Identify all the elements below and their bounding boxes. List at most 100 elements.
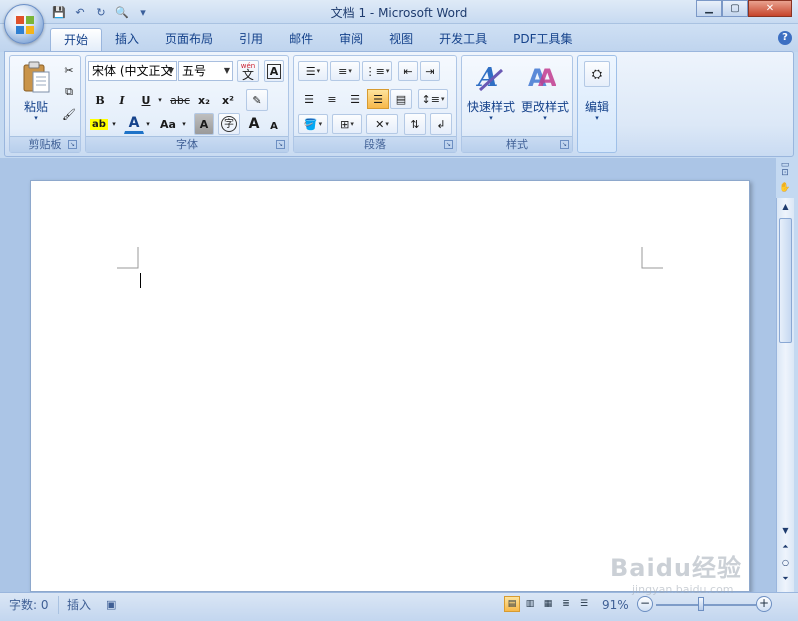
quick-styles-icon[interactable]: A	[474, 60, 504, 94]
increase-indent-button[interactable]: ⇥	[420, 61, 440, 81]
scroll-up-icon[interactable]: ▲	[779, 200, 792, 214]
outline-view-icon[interactable]: ≣	[558, 596, 574, 612]
macro-record-icon[interactable]: ▣	[106, 596, 116, 614]
bold-button[interactable]: B	[90, 90, 110, 110]
char-border-button[interactable]: A	[264, 60, 284, 82]
scrollbar-thumb[interactable]	[779, 218, 792, 343]
tab-view[interactable]: 视图	[376, 28, 426, 51]
scroll-down-icon[interactable]: ▼	[779, 524, 792, 538]
prev-page-icon[interactable]: ⏶	[779, 540, 792, 554]
grow-font-button[interactable]: A	[244, 114, 264, 134]
sort-button[interactable]: ⇅	[404, 113, 426, 135]
distributed-button[interactable]: ▤	[390, 89, 412, 109]
office-button[interactable]	[4, 4, 44, 44]
change-styles-chevron-icon[interactable]: ▾	[518, 114, 572, 122]
view-ruler-icon[interactable]: ⊡	[776, 168, 794, 182]
justify-button[interactable]: ☰	[367, 89, 389, 109]
borders-button[interactable]: ⊞ ▾	[332, 114, 362, 134]
word-count[interactable]: 字数: 0	[9, 596, 49, 614]
styles-launcher-icon[interactable]: ↘	[560, 140, 569, 149]
zoom-in-icon[interactable]: +	[756, 596, 772, 612]
change-case-button[interactable]: Aa	[156, 114, 180, 134]
chevron-down-icon: ▼	[167, 66, 174, 75]
tab-review[interactable]: 审阅	[326, 28, 376, 51]
paste-button[interactable]: 粘贴	[12, 98, 60, 115]
chinese-layout-button[interactable]: ✕ ▾	[366, 114, 398, 134]
editing-chevron-icon[interactable]: ▾	[578, 114, 616, 122]
superscript-button[interactable]: x²	[218, 90, 238, 110]
help-icon[interactable]: ?	[778, 31, 792, 45]
clipboard-launcher-icon[interactable]: ↘	[68, 140, 77, 149]
change-styles-icon[interactable]: A A	[526, 60, 556, 94]
highlight-icon[interactable]: ab	[88, 114, 110, 134]
print-layout-view-icon[interactable]: ▤	[504, 596, 520, 612]
strikethrough-button[interactable]: abc	[168, 90, 192, 110]
minimize-button[interactable]: ▁	[696, 0, 722, 17]
enclose-char-button[interactable]: 字	[218, 113, 240, 135]
tab-developer[interactable]: 开发工具	[426, 28, 500, 51]
shrink-font-button[interactable]: A	[264, 116, 284, 136]
close-button[interactable]: ✕	[748, 0, 792, 17]
shading-button[interactable]: 🪣 ▾	[298, 114, 328, 134]
tab-references[interactable]: 引用	[226, 28, 276, 51]
tab-page-layout[interactable]: 页面布局	[152, 28, 226, 51]
line-spacing-button[interactable]: ↕≡ ▾	[418, 89, 448, 109]
char-shading-button[interactable]: A	[194, 113, 214, 135]
subscript-button[interactable]: x₂	[194, 90, 214, 110]
bullets-button[interactable]: ☰ ▾	[298, 61, 328, 81]
zoom-out-icon[interactable]: −	[637, 596, 653, 612]
paragraph-launcher-icon[interactable]: ↘	[444, 140, 453, 149]
paste-dropdown-chevron-icon[interactable]: ▾	[12, 114, 60, 122]
italic-button[interactable]: I	[112, 90, 132, 110]
vertical-scrollbar[interactable]: ▲ ▼ ⏶ ○ ⏷	[776, 198, 794, 592]
maximize-button[interactable]: ▢	[722, 0, 748, 17]
highlight-chevron-icon[interactable]: ▾	[110, 114, 118, 134]
quick-styles-button[interactable]: 快速样式	[464, 98, 518, 115]
editing-button[interactable]: 编辑	[578, 98, 616, 115]
font-color-button[interactable]: A	[124, 114, 144, 134]
find-binoculars-icon[interactable]: ⛭	[584, 61, 610, 87]
tab-home[interactable]: 开始	[50, 28, 103, 51]
numbering-button[interactable]: ≡ ▾	[330, 61, 360, 81]
zoom-level[interactable]: 91%	[602, 596, 629, 614]
multilevel-list-button[interactable]: ⋮≡ ▾	[362, 61, 392, 81]
case-chevron-icon[interactable]: ▾	[180, 114, 188, 134]
change-styles-button[interactable]: 更改样式	[518, 98, 572, 115]
font-color-chevron-icon[interactable]: ▾	[144, 114, 152, 134]
next-page-icon[interactable]: ⏷	[779, 572, 792, 586]
quick-styles-chevron-icon[interactable]: ▾	[464, 114, 518, 122]
tab-mailings[interactable]: 邮件	[276, 28, 326, 51]
styles-group-label: 样式	[462, 136, 572, 152]
align-right-button[interactable]: ☰	[344, 89, 366, 109]
paste-icon[interactable]	[21, 60, 51, 94]
window-title: 文档 1 - Microsoft Word	[330, 6, 468, 20]
full-screen-reading-icon[interactable]: ▥	[522, 596, 538, 612]
tab-pdf-tools[interactable]: PDF工具集	[500, 28, 585, 51]
format-painter-icon[interactable]: 🖌	[60, 104, 78, 124]
phonetic-guide-button[interactable]: wén 文	[237, 60, 259, 82]
chevron-down-icon: ▼	[223, 66, 230, 75]
copy-icon[interactable]: ⧉	[60, 82, 78, 102]
align-left-button[interactable]: ☰	[298, 89, 320, 109]
clear-formatting-icon[interactable]: ✎	[246, 89, 268, 111]
tab-insert[interactable]: 插入	[102, 28, 152, 51]
insert-mode[interactable]: 插入	[58, 596, 91, 614]
zoom-slider-track[interactable]	[656, 604, 756, 606]
font-size-combobox[interactable]: 五号 ▼	[178, 61, 233, 81]
ribbon: 粘贴 ▾ ✂ ⧉ 🖌 剪贴板 ↘ 宋体 (中文正文 ▼ 五号 ▼ wén 文 A…	[4, 51, 794, 157]
svg-text:A: A	[538, 64, 556, 92]
decrease-indent-button[interactable]: ⇤	[398, 61, 418, 81]
font-name-combobox[interactable]: 宋体 (中文正文 ▼	[88, 61, 177, 81]
cut-icon[interactable]: ✂	[60, 60, 78, 80]
underline-chevron-icon[interactable]: ▾	[156, 90, 164, 110]
document-page[interactable]	[30, 180, 750, 592]
show-formatting-icon[interactable]: ↲	[430, 113, 452, 135]
browse-object-icon[interactable]: ○	[779, 556, 792, 570]
zoom-slider-thumb[interactable]	[698, 597, 704, 611]
align-center-button[interactable]: ≡	[321, 89, 343, 109]
draft-view-icon[interactable]: ☰	[576, 596, 592, 612]
pan-hand-icon[interactable]: ✋	[776, 183, 794, 197]
font-launcher-icon[interactable]: ↘	[276, 140, 285, 149]
underline-button[interactable]: U	[136, 90, 156, 110]
web-layout-icon[interactable]: ▦	[540, 596, 556, 612]
